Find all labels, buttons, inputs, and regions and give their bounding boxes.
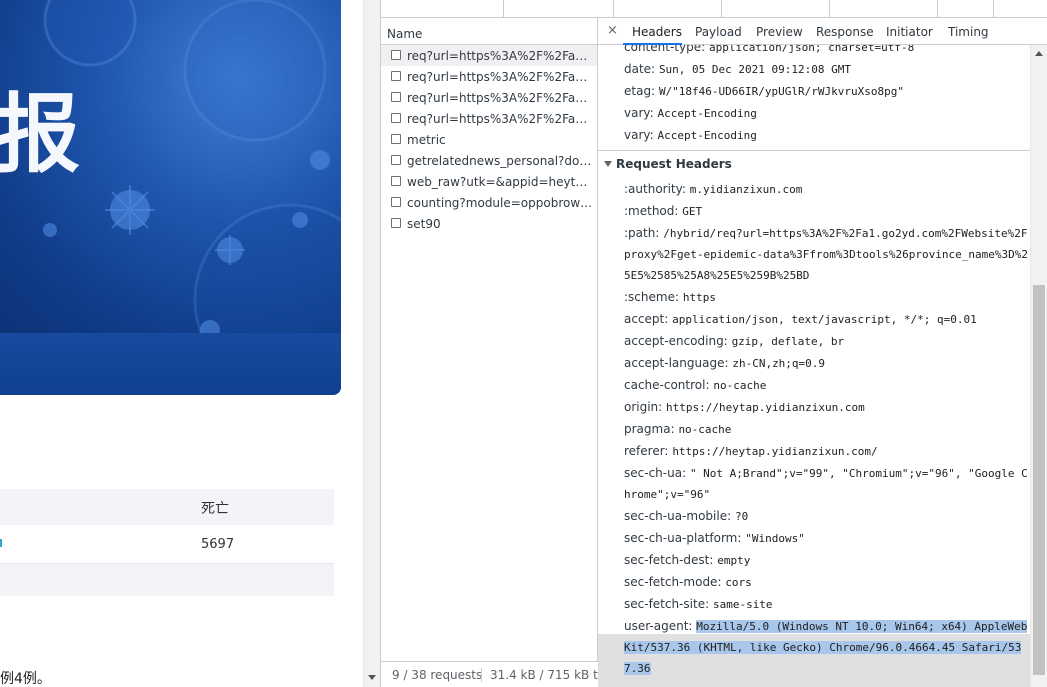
response-header-row: vary: Accept-Encoding <box>624 128 757 142</box>
epidemic-table: 死亡 5697 <box>0 489 334 596</box>
request-checkbox[interactable] <box>391 176 401 186</box>
request-details: × Headers Payload Preview Response Initi… <box>598 18 1047 687</box>
status-divider <box>481 668 482 682</box>
request-header-row: sec-fetch-site: same-site <box>624 597 773 611</box>
tab-headers[interactable]: Headers <box>632 25 682 39</box>
tab-preview[interactable]: Preview <box>756 25 803 39</box>
request-name: req?url=https%3A%2F%2Fa1.go2yd.com%2FWeb… <box>407 112 593 126</box>
request-row[interactable]: req?url=https%3A%2F%2Fa1.go2yd.com%2FWeb… <box>381 87 597 108</box>
request-header-continuation: 7.36 <box>624 662 651 675</box>
row-marker <box>0 539 2 547</box>
tab-response[interactable]: Response <box>816 25 874 39</box>
request-header-row: sec-ch-ua-platform: "Windows" <box>624 531 805 545</box>
request-checkbox[interactable] <box>391 92 401 102</box>
request-header-row: sec-ch-ua-mobile: ?0 <box>624 509 749 523</box>
scroll-down-arrow-icon[interactable] <box>368 675 376 680</box>
request-header-row: accept: application/json, text/javascrip… <box>624 312 977 326</box>
request-row[interactable]: web_raw?utk=&appid=heytap2& <box>381 171 597 192</box>
request-name: req?url=https%3A%2F%2Fa1.go2yd.com%2FWeb… <box>407 70 593 84</box>
tab-payload[interactable]: Payload <box>695 25 742 39</box>
triangle-down-icon <box>604 161 612 167</box>
status-requests: 9 / 38 requests <box>392 668 483 682</box>
details-tabbar: × Headers Payload Preview Response Initi… <box>598 18 1047 45</box>
epidemic-banner: 报 <box>0 0 341 395</box>
request-header-row: cache-control: no-cache <box>624 378 767 392</box>
footnote-text: 例4例。 <box>0 671 51 687</box>
request-header-continuation: proxy%2Fget-epidemic-data%3Ffrom%3Dtools… <box>624 248 1028 261</box>
request-checkbox[interactable] <box>391 113 401 123</box>
request-header-row: referer: https://heytap.yidianzixun.com/ <box>624 444 878 458</box>
table-row[interactable]: 5697 <box>0 525 334 564</box>
request-row[interactable]: set90 <box>381 213 597 234</box>
request-header-row: sec-ch-ua: " Not A;Brand";v="99", "Chrom… <box>624 466 1028 480</box>
request-row[interactable]: req?url=https%3A%2F%2Fa1.go2yd.com%2FWeb… <box>381 45 597 66</box>
scroll-up-arrow-icon[interactable] <box>1035 51 1043 56</box>
header-deaths: 死亡 <box>201 501 229 517</box>
response-header-row: etag: W/"18f46-UD66IR/ypUGlR/rWJkvruXso8… <box>624 84 904 98</box>
request-checkbox[interactable] <box>391 50 401 60</box>
waterfall-overview-strip <box>381 0 1047 18</box>
request-header-row: :scheme: https <box>624 290 716 304</box>
webpage-viewport: 报 死亡 5697 例4例。 <box>0 0 363 687</box>
banner-title-char: 报 <box>0 85 80 185</box>
cell-deaths: 5697 <box>201 537 235 552</box>
request-header-row: pragma: no-cache <box>624 422 732 436</box>
request-header-row: :method: GET <box>624 204 703 218</box>
tab-timing[interactable]: Timing <box>948 25 989 39</box>
table-header: 死亡 <box>0 489 334 525</box>
request-row[interactable]: counting?module=oppobrowser... <box>381 192 597 213</box>
request-name: getrelatednews_personal?docid=... <box>407 154 593 168</box>
request-header-row: sec-fetch-dest: empty <box>624 553 751 567</box>
close-icon[interactable]: × <box>607 23 618 38</box>
request-checkbox[interactable] <box>391 71 401 81</box>
response-header-row: vary: Accept-Encoding <box>624 106 757 120</box>
request-checkbox[interactable] <box>391 134 401 144</box>
column-header-name[interactable]: Name <box>381 18 597 45</box>
request-name: req?url=https%3A%2F%2Fa1.go2yd.com%2FWeb… <box>407 91 593 105</box>
table-row[interactable] <box>0 564 334 596</box>
status-transferred: 31.4 kB / 715 kB transferred <box>490 668 598 682</box>
request-name: metric <box>407 133 446 147</box>
status-bar: 9 / 38 requests 31.4 kB / 715 kB transfe… <box>381 661 598 687</box>
request-header-row-user-agent[interactable]: user-agent: Mozilla/5.0 (Windows NT 10.0… <box>624 616 1028 637</box>
request-headers-toggle[interactable]: Request Headers <box>604 157 732 171</box>
request-name: set90 <box>407 217 441 231</box>
request-header-row: accept-encoding: gzip, deflate, br <box>624 334 845 348</box>
section-divider <box>598 150 1030 151</box>
details-scrollbar[interactable] <box>1030 45 1047 687</box>
page-scrollbar[interactable] <box>363 0 380 687</box>
request-row[interactable]: metric <box>381 129 597 150</box>
request-checkbox[interactable] <box>391 155 401 165</box>
request-header-continuation: Kit/537.36 (KHTML, like Gecko) Chrome/96… <box>624 641 1022 654</box>
request-name: web_raw?utk=&appid=heytap2& <box>407 175 593 189</box>
request-header-row: sec-fetch-mode: cors <box>624 575 752 589</box>
tab-initiator[interactable]: Initiator <box>886 25 933 39</box>
request-header-row: origin: https://heytap.yidianzixun.com <box>624 400 865 414</box>
banner-bottom-band <box>0 333 341 395</box>
request-list: Name req?url=https%3A%2F%2Fa1.go2yd.com%… <box>381 18 598 687</box>
request-rows: req?url=https%3A%2F%2Fa1.go2yd.com%2FWeb… <box>381 45 597 234</box>
request-header-row: accept-language: zh-CN,zh;q=0.9 <box>624 356 826 370</box>
request-header-continuation: hrome";v="96" <box>624 488 711 501</box>
request-checkbox[interactable] <box>391 197 401 207</box>
request-row[interactable]: getrelatednews_personal?docid=... <box>381 150 597 171</box>
request-checkbox[interactable] <box>391 218 401 228</box>
request-header-row: :authority: m.yidianzixun.com <box>624 182 803 196</box>
request-name: counting?module=oppobrowser... <box>407 196 593 210</box>
headers-content: content-type: application/json; charset=… <box>598 45 1030 687</box>
response-header-row: content-type: application/json; charset=… <box>624 45 915 54</box>
request-name: req?url=https%3A%2F%2Fa1.go2yd.com%2FWeb… <box>407 49 593 63</box>
request-header-continuation: 5E5%2585%25A8%25E5%259B%25BD <box>624 269 810 282</box>
request-header-row: :path: /hybrid/req?url=https%3A%2F%2Fa1.… <box>624 226 1028 240</box>
request-row[interactable]: req?url=https%3A%2F%2Fa1.go2yd.com%2FWeb… <box>381 66 597 87</box>
scrollbar-thumb[interactable] <box>1033 285 1045 675</box>
request-row[interactable]: req?url=https%3A%2F%2Fa1.go2yd.com%2FWeb… <box>381 108 597 129</box>
response-header-row: date: Sun, 05 Dec 2021 09:12:08 GMT <box>624 62 851 76</box>
devtools-network-panel: Name req?url=https%3A%2F%2Fa1.go2yd.com%… <box>380 0 1047 687</box>
